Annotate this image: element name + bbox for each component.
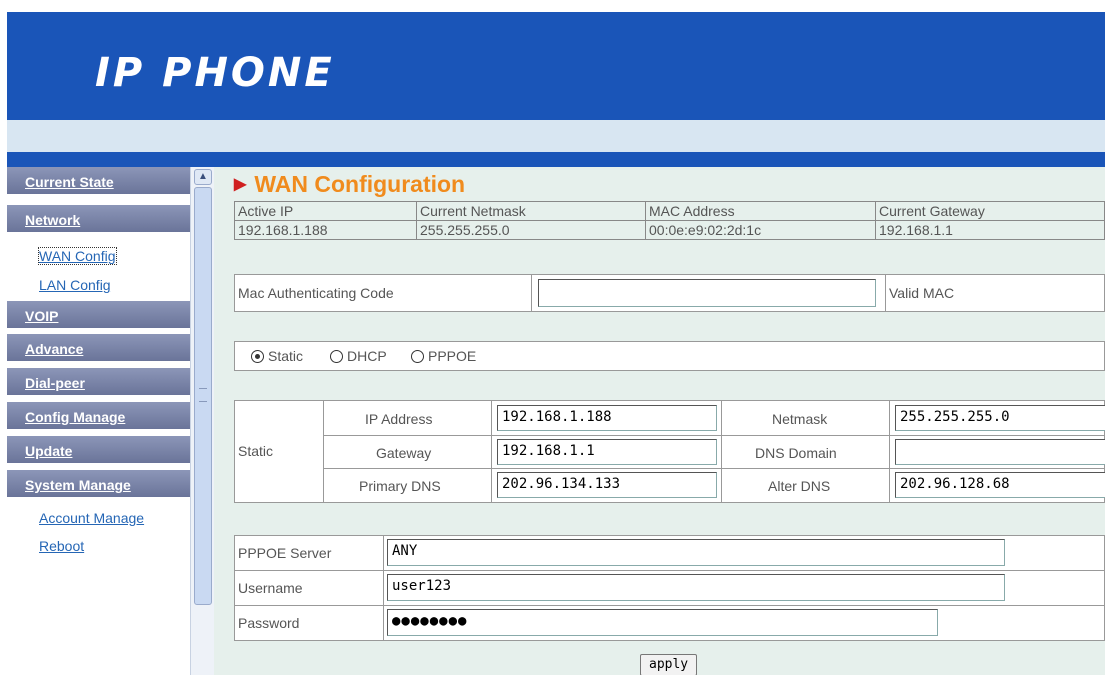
nav-wan-config[interactable]: WAN Config	[38, 247, 117, 265]
nav-advance[interactable]: Advance	[7, 334, 190, 363]
nav-advance-label[interactable]: Advance	[25, 341, 83, 357]
nav-lan-config[interactable]: LAN Config	[39, 277, 111, 293]
status-header-netmask: Current Netmask	[416, 201, 646, 221]
nav-reboot[interactable]: Reboot	[39, 538, 84, 554]
nav-current-state[interactable]: Current State	[7, 167, 190, 196]
mac-auth-row: Mac Authenticating Code Valid MAC	[234, 274, 1105, 312]
nav-current-state-label[interactable]: Current State	[25, 174, 114, 190]
radio-pppoe-icon[interactable]	[411, 350, 424, 363]
static-row-divider-2	[323, 468, 1105, 469]
nav-config-manage[interactable]: Config Manage	[7, 402, 190, 431]
primary-dns-input[interactable]: 202.96.134.133	[497, 472, 717, 498]
page-title-text: WAN Configuration	[254, 171, 466, 197]
radio-static-icon[interactable]	[251, 350, 264, 363]
dns-domain-label: DNS Domain	[755, 445, 837, 461]
header-strip	[7, 120, 1105, 152]
radio-pppoe[interactable]: PPPOE	[411, 348, 476, 364]
netmask-input[interactable]: 255.255.255.0	[895, 405, 1105, 431]
pppoe-row-divider-2	[235, 605, 1105, 606]
header-banner: IP PHONE	[7, 12, 1105, 120]
alter-dns-label: Alter DNS	[768, 478, 831, 494]
static-col-divider-2	[491, 401, 492, 502]
static-col-divider	[323, 401, 324, 502]
mac-auth-divider-2	[885, 275, 886, 311]
ip-address-label: IP Address	[365, 411, 433, 427]
gateway-input[interactable]: 192.168.1.1	[497, 439, 717, 465]
nav-system-manage[interactable]: System Manage	[7, 470, 190, 499]
mode-row: Static DHCP PPPOE	[234, 341, 1105, 371]
ip-address-input[interactable]: 192.168.1.188	[497, 405, 717, 431]
mac-auth-label: Mac Authenticating Code	[238, 285, 394, 301]
mac-auth-divider	[531, 275, 532, 311]
pppoe-table: PPPOE Server ANY Username user123 Passwo…	[234, 535, 1105, 641]
pppoe-row-divider-1	[235, 570, 1105, 571]
primary-dns-label: Primary DNS	[359, 478, 441, 494]
nav-account-manage[interactable]: Account Manage	[39, 510, 144, 526]
page-title: ▶ WAN Configuration	[234, 171, 465, 198]
radio-static-label[interactable]: Static	[268, 348, 303, 364]
username-label: Username	[238, 580, 303, 596]
static-row-divider-1	[323, 435, 1105, 436]
netmask-label: Netmask	[772, 411, 828, 427]
nav-network-label[interactable]: Network	[25, 212, 80, 228]
password-label: Password	[238, 615, 300, 631]
nav-system-manage-label[interactable]: System Manage	[25, 477, 131, 493]
pppoe-server-label: PPPOE Server	[238, 545, 332, 561]
static-group-label: Static	[238, 443, 274, 459]
radio-dhcp[interactable]: DHCP	[330, 348, 387, 364]
status-value-gateway: 192.168.1.1	[875, 220, 1105, 240]
nav-dial-peer[interactable]: Dial-peer	[7, 368, 190, 397]
scroll-thumb[interactable]	[194, 187, 212, 605]
header-divider	[7, 152, 1105, 167]
scroll-up-arrow-icon[interactable]: ▲	[194, 169, 212, 185]
sidebar-scrollbar[interactable]: ▲	[190, 167, 214, 675]
status-header-gateway: Current Gateway	[875, 201, 1105, 221]
radio-pppoe-label[interactable]: PPPOE	[428, 348, 476, 364]
static-col-divider-3	[721, 401, 722, 502]
radio-dhcp-icon[interactable]	[330, 350, 343, 363]
status-header-mac: MAC Address	[645, 201, 876, 221]
nav-dial-peer-label[interactable]: Dial-peer	[25, 375, 85, 391]
alter-dns-input[interactable]: 202.96.128.68	[895, 472, 1105, 498]
mac-auth-input[interactable]	[538, 279, 876, 307]
status-table: Active IP Current Netmask MAC Address Cu…	[234, 201, 1105, 240]
dns-domain-input[interactable]	[895, 439, 1105, 465]
status-value-netmask: 255.255.255.0	[416, 220, 646, 240]
radio-dhcp-label[interactable]: DHCP	[347, 348, 387, 364]
valid-mac-label: Valid MAC	[889, 285, 955, 301]
nav-update-label[interactable]: Update	[25, 443, 72, 459]
main-panel: ▶ WAN Configuration Active IP Current Net…	[214, 167, 1105, 675]
nav-voip-label[interactable]: VOIP	[25, 308, 58, 324]
static-table: Static IP Address 192.168.1.188 Netmask …	[234, 400, 1105, 503]
status-value-active-ip: 192.168.1.188	[234, 220, 417, 240]
nav-voip[interactable]: VOIP	[7, 301, 190, 330]
title-arrow-icon: ▶	[234, 176, 247, 193]
pppoe-server-input[interactable]: ANY	[387, 539, 1005, 566]
pppoe-col-divider	[383, 536, 384, 640]
nav-network[interactable]: Network	[7, 205, 190, 234]
sidebar: Current State Network WAN Config LAN Con…	[7, 167, 190, 675]
static-col-divider-4	[889, 401, 890, 502]
apply-button[interactable]: apply	[640, 654, 698, 675]
nav-update[interactable]: Update	[7, 436, 190, 465]
status-header-active-ip: Active IP	[234, 201, 417, 221]
scroll-grip-icon	[199, 388, 207, 402]
password-input[interactable]: ●●●●●●●●	[387, 609, 938, 636]
gateway-label: Gateway	[376, 445, 432, 461]
username-input[interactable]: user123	[387, 574, 1005, 601]
radio-static[interactable]: Static	[251, 348, 303, 364]
status-value-mac: 00:0e:e9:02:2d:1c	[645, 220, 876, 240]
nav-config-manage-label[interactable]: Config Manage	[25, 409, 125, 425]
logo: IP PHONE	[95, 50, 335, 96]
